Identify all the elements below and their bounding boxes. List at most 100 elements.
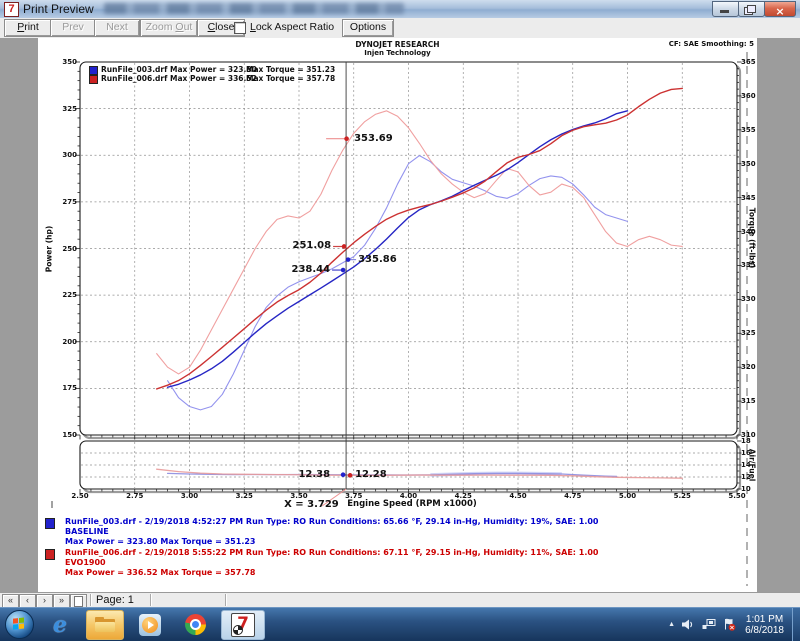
taskbar-windows-explorer[interactable] (86, 610, 124, 640)
chart-header: DYNOJET RESEARCH (38, 40, 757, 49)
correction-smoothing-label: CF: SAE Smoothing: 5 (669, 40, 754, 48)
print-button[interactable]: Print (4, 19, 52, 37)
clock-date: 6/8/2018 (745, 625, 784, 636)
window-titlebar[interactable]: 7 Print Preview × (0, 0, 800, 19)
folder-icon (95, 617, 115, 632)
chrome-icon (185, 614, 206, 635)
torque-tick-label: 315 (741, 397, 756, 405)
torque-tick-label: 345 (741, 194, 756, 202)
page-select-button[interactable] (70, 594, 87, 608)
af-tick-label: 14 (741, 461, 751, 469)
options-button[interactable]: Options (342, 19, 394, 37)
app-icon: 7 (4, 2, 19, 17)
torque-tick-label: 325 (741, 329, 756, 337)
action-center-flag-icon[interactable]: × (723, 618, 736, 631)
legend-swatch-red (89, 75, 98, 84)
zoom-out-button[interactable]: Zoom Out (140, 19, 198, 37)
run1-info-line: RunFile_003.drf - 2/19/2018 4:52:27 PM R… (65, 517, 599, 526)
taskbar-media-player[interactable] (131, 610, 169, 640)
legend-run1-torque: Max Torque = 351.23 (246, 65, 335, 74)
rpm-tick-label: 5.00 (616, 492, 640, 500)
first-page-button[interactable]: « (2, 594, 19, 608)
preview-background: DYNOJET RESEARCH Injen Technology CF: SA… (0, 38, 800, 592)
power-tick-label: 200 (54, 338, 77, 346)
taskbar-chrome[interactable] (176, 610, 214, 640)
cursor-value-power-red: 251.08 (289, 240, 331, 251)
maximize-button[interactable] (738, 1, 765, 17)
taskbar-clock[interactable]: 1:01 PM 6/8/2018 (745, 614, 784, 636)
torque-tick-label: 335 (741, 261, 756, 269)
power-tick-label: 300 (54, 151, 77, 159)
cursor-value-af-blue: 12.38 (288, 469, 330, 480)
next-page-button[interactable]: Next (94, 19, 140, 37)
media-player-icon (139, 614, 161, 636)
internet-explorer-icon: e (53, 614, 67, 636)
rpm-tick-label: 3.00 (178, 492, 202, 500)
cursor-value-torque-blue: 335.86 (358, 254, 397, 265)
clock-time: 1:01 PM (745, 614, 784, 625)
network-icon[interactable] (702, 619, 716, 630)
power-tick-label: 175 (54, 384, 77, 392)
lock-aspect-label: Lock Aspect Ratio (250, 21, 334, 33)
svg-text:×: × (729, 624, 734, 631)
run2-max-values: Max Power = 336.52 Max Torque = 357.78 (65, 568, 256, 577)
torque-tick-label: 320 (741, 363, 756, 371)
prev-page-nav-button[interactable]: ‹ (19, 594, 36, 608)
info-swatch-blue (45, 518, 55, 529)
af-tick-label: 12 (741, 473, 751, 481)
torque-tick-label: 365 (741, 58, 756, 66)
lock-aspect-checkbox[interactable] (234, 22, 246, 34)
taskbar-internet-explorer[interactable]: e (41, 610, 79, 640)
torque-tick-label: 355 (741, 126, 756, 134)
rpm-tick-label: 3.75 (342, 492, 366, 500)
rpm-tick-label: 4.75 (561, 492, 585, 500)
run1-max-values: Max Power = 323.80 Max Torque = 351.23 (65, 537, 256, 546)
page-icon (74, 596, 83, 607)
run1-name: BASELINE (65, 527, 109, 536)
torque-tick-label: 350 (741, 160, 756, 168)
close-window-button[interactable]: × (764, 1, 796, 17)
close-icon: × (775, 5, 784, 18)
cursor-rpm-label: X = 3.729 (284, 499, 339, 510)
taskbar-winpep[interactable]: 7 (221, 610, 265, 640)
preview-statusbar: « ‹ › » Page: 1 (0, 592, 800, 608)
page-indicator: Page: 1 (96, 594, 134, 606)
winpep-icon: 7 (231, 613, 255, 637)
info-swatch-red (45, 549, 55, 560)
print-preview-page: DYNOJET RESEARCH Injen Technology CF: SA… (38, 38, 757, 592)
rpm-tick-label: 5.50 (725, 492, 749, 500)
windows-taskbar: e 7 ▲ × 1:01 PM 6/8/2018 (0, 607, 800, 641)
next-page-nav-button[interactable]: › (36, 594, 53, 608)
power-tick-label: 225 (54, 291, 77, 299)
rpm-tick-label: 2.75 (123, 492, 147, 500)
minimize-icon (720, 10, 729, 13)
prev-page-button[interactable]: Prev (50, 19, 96, 37)
cursor-value-power-blue: 238.44 (288, 264, 330, 275)
speaker-icon[interactable] (682, 619, 695, 630)
power-tick-label: 275 (54, 198, 77, 206)
cursor-value-torque-red: 353.69 (354, 133, 393, 144)
rpm-tick-label: 4.50 (506, 492, 530, 500)
window-title: Print Preview (23, 2, 94, 16)
power-tick-label: 150 (54, 431, 77, 439)
run2-info-line: RunFile_006.drf - 2/19/2018 5:55:22 PM R… (65, 548, 599, 557)
legend-swatch-blue (89, 66, 98, 75)
system-tray: ▲ × (668, 618, 736, 631)
legend-run2-power: RunFile_006.drf Max Power = 336.52 (101, 74, 257, 83)
power-tick-label: 250 (54, 245, 77, 253)
start-button[interactable] (5, 610, 34, 639)
show-desktop-button[interactable] (792, 608, 800, 641)
torque-tick-label: 340 (741, 228, 756, 236)
power-axis-title: Power (hp) (45, 226, 54, 273)
windows-logo-icon (13, 617, 25, 630)
last-page-button[interactable]: » (53, 594, 70, 608)
power-tick-label: 350 (54, 58, 77, 66)
torque-tick-label: 360 (741, 92, 756, 100)
rpm-tick-label: 5.25 (670, 492, 694, 500)
minimize-button[interactable] (712, 1, 739, 17)
rpm-tick-label: 2.50 (68, 492, 92, 500)
torque-tick-label: 330 (741, 295, 756, 303)
legend-run1-power: RunFile_003.drf Max Power = 323.80 (101, 65, 257, 74)
tray-expand-icon[interactable]: ▲ (668, 621, 675, 628)
rpm-tick-label: 4.00 (397, 492, 421, 500)
